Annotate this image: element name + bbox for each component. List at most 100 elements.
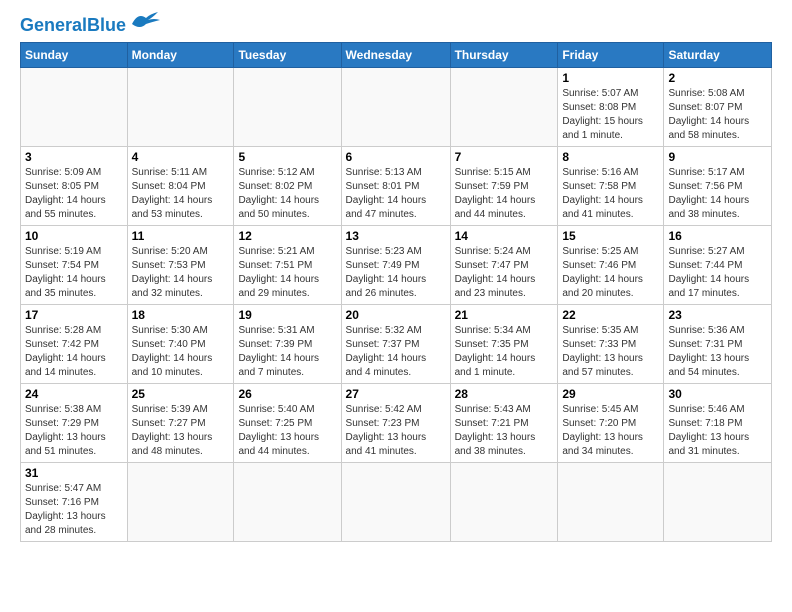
day-info: Sunrise: 5:07 AM Sunset: 8:08 PM Dayligh… xyxy=(562,87,659,143)
day-number: 8 xyxy=(562,150,659,164)
calendar-cell: 14Sunrise: 5:24 AM Sunset: 7:47 PM Dayli… xyxy=(450,226,558,305)
calendar-cell: 3Sunrise: 5:09 AM Sunset: 8:05 PM Daylig… xyxy=(21,147,128,226)
calendar-cell xyxy=(341,68,450,147)
logo-general: General xyxy=(20,15,87,35)
calendar-cell xyxy=(664,463,772,542)
day-number: 26 xyxy=(238,387,336,401)
header: GeneralBlue xyxy=(20,16,772,34)
day-number: 28 xyxy=(455,387,554,401)
day-number: 1 xyxy=(562,71,659,85)
calendar-cell: 15Sunrise: 5:25 AM Sunset: 7:46 PM Dayli… xyxy=(558,226,664,305)
day-number: 20 xyxy=(346,308,446,322)
calendar-cell xyxy=(341,463,450,542)
day-number: 9 xyxy=(668,150,767,164)
day-number: 13 xyxy=(346,229,446,243)
day-info: Sunrise: 5:20 AM Sunset: 7:53 PM Dayligh… xyxy=(132,245,230,301)
calendar-cell: 6Sunrise: 5:13 AM Sunset: 8:01 PM Daylig… xyxy=(341,147,450,226)
weekday-header-sunday: Sunday xyxy=(21,43,128,68)
calendar-cell xyxy=(558,463,664,542)
weekday-header-thursday: Thursday xyxy=(450,43,558,68)
logo: GeneralBlue xyxy=(20,16,162,34)
day-info: Sunrise: 5:46 AM Sunset: 7:18 PM Dayligh… xyxy=(668,403,767,459)
day-number: 2 xyxy=(668,71,767,85)
day-info: Sunrise: 5:32 AM Sunset: 7:37 PM Dayligh… xyxy=(346,324,446,380)
calendar-cell: 22 Sunrise: 5:35 AM Sunset: 7:33 PM Dayli… xyxy=(558,305,664,384)
day-number: 4 xyxy=(132,150,230,164)
calendar-cell: 2 Sunrise: 5:08 AM Sunset: 8:07 PM Daylig… xyxy=(664,68,772,147)
calendar-cell: 24 Sunrise: 5:38 AM Sunset: 7:29 PM Dayli… xyxy=(21,384,128,463)
calendar-week-row: 3Sunrise: 5:09 AM Sunset: 8:05 PM Daylig… xyxy=(21,147,772,226)
calendar-cell xyxy=(21,68,128,147)
day-info: Sunrise: 5:17 AM Sunset: 7:56 PM Dayligh… xyxy=(668,166,767,222)
day-info: Sunrise: 5:08 AM Sunset: 8:07 PM Dayligh… xyxy=(668,87,767,143)
day-number: 18 xyxy=(132,308,230,322)
weekday-header-tuesday: Tuesday xyxy=(234,43,341,68)
calendar-cell: 7Sunrise: 5:15 AM Sunset: 7:59 PM Daylig… xyxy=(450,147,558,226)
calendar-cell: 17 Sunrise: 5:28 AM Sunset: 7:42 PM Dayli… xyxy=(21,305,128,384)
weekday-header-wednesday: Wednesday xyxy=(341,43,450,68)
calendar-cell xyxy=(127,463,234,542)
calendar-cell: 10 Sunrise: 5:19 AM Sunset: 7:54 PM Dayli… xyxy=(21,226,128,305)
day-info: Sunrise: 5:28 AM Sunset: 7:42 PM Dayligh… xyxy=(25,324,123,380)
calendar-cell: 27 Sunrise: 5:42 AM Sunset: 7:23 PM Dayli… xyxy=(341,384,450,463)
day-number: 14 xyxy=(455,229,554,243)
day-info: Sunrise: 5:43 AM Sunset: 7:21 PM Dayligh… xyxy=(455,403,554,459)
calendar-cell xyxy=(127,68,234,147)
day-number: 31 xyxy=(25,466,123,480)
calendar-week-row: 10 Sunrise: 5:19 AM Sunset: 7:54 PM Dayli… xyxy=(21,226,772,305)
day-number: 30 xyxy=(668,387,767,401)
day-info: Sunrise: 5:36 AM Sunset: 7:31 PM Dayligh… xyxy=(668,324,767,380)
day-number: 27 xyxy=(346,387,446,401)
calendar-cell: 20 Sunrise: 5:32 AM Sunset: 7:37 PM Dayli… xyxy=(341,305,450,384)
weekday-header-friday: Friday xyxy=(558,43,664,68)
weekday-header-monday: Monday xyxy=(127,43,234,68)
day-info: Sunrise: 5:39 AM Sunset: 7:27 PM Dayligh… xyxy=(132,403,230,459)
day-number: 23 xyxy=(668,308,767,322)
logo-bird-icon xyxy=(130,10,162,32)
calendar-cell: 18 Sunrise: 5:30 AM Sunset: 7:40 PM Dayli… xyxy=(127,305,234,384)
calendar-cell: 29Sunrise: 5:45 AM Sunset: 7:20 PM Dayli… xyxy=(558,384,664,463)
day-info: Sunrise: 5:30 AM Sunset: 7:40 PM Dayligh… xyxy=(132,324,230,380)
day-number: 16 xyxy=(668,229,767,243)
day-info: Sunrise: 5:42 AM Sunset: 7:23 PM Dayligh… xyxy=(346,403,446,459)
calendar-cell: 8Sunrise: 5:16 AM Sunset: 7:58 PM Daylig… xyxy=(558,147,664,226)
calendar-cell: 5Sunrise: 5:12 AM Sunset: 8:02 PM Daylig… xyxy=(234,147,341,226)
day-number: 19 xyxy=(238,308,336,322)
logo-text: GeneralBlue xyxy=(20,16,126,34)
calendar-cell: 28 Sunrise: 5:43 AM Sunset: 7:21 PM Dayli… xyxy=(450,384,558,463)
day-info: Sunrise: 5:15 AM Sunset: 7:59 PM Dayligh… xyxy=(455,166,554,222)
calendar-week-row: 1 Sunrise: 5:07 AM Sunset: 8:08 PM Daylig… xyxy=(21,68,772,147)
calendar-cell: 19 Sunrise: 5:31 AM Sunset: 7:39 PM Dayli… xyxy=(234,305,341,384)
day-info: Sunrise: 5:45 AM Sunset: 7:20 PM Dayligh… xyxy=(562,403,659,459)
calendar-cell: 4 Sunrise: 5:11 AM Sunset: 8:04 PM Daylig… xyxy=(127,147,234,226)
calendar-cell xyxy=(450,463,558,542)
day-number: 25 xyxy=(132,387,230,401)
calendar-cell: 1 Sunrise: 5:07 AM Sunset: 8:08 PM Daylig… xyxy=(558,68,664,147)
calendar-cell: 30 Sunrise: 5:46 AM Sunset: 7:18 PM Dayli… xyxy=(664,384,772,463)
calendar-cell: 23 Sunrise: 5:36 AM Sunset: 7:31 PM Dayli… xyxy=(664,305,772,384)
day-info: Sunrise: 5:27 AM Sunset: 7:44 PM Dayligh… xyxy=(668,245,767,301)
calendar-cell: 31 Sunrise: 5:47 AM Sunset: 7:16 PM Dayli… xyxy=(21,463,128,542)
calendar-week-row: 24 Sunrise: 5:38 AM Sunset: 7:29 PM Dayli… xyxy=(21,384,772,463)
calendar-week-row: 31 Sunrise: 5:47 AM Sunset: 7:16 PM Dayli… xyxy=(21,463,772,542)
day-number: 24 xyxy=(25,387,123,401)
day-number: 22 xyxy=(562,308,659,322)
day-info: Sunrise: 5:31 AM Sunset: 7:39 PM Dayligh… xyxy=(238,324,336,380)
calendar-cell: 25 Sunrise: 5:39 AM Sunset: 7:27 PM Dayli… xyxy=(127,384,234,463)
day-info: Sunrise: 5:35 AM Sunset: 7:33 PM Dayligh… xyxy=(562,324,659,380)
day-info: Sunrise: 5:21 AM Sunset: 7:51 PM Dayligh… xyxy=(238,245,336,301)
day-info: Sunrise: 5:11 AM Sunset: 8:04 PM Dayligh… xyxy=(132,166,230,222)
calendar-cell: 13Sunrise: 5:23 AM Sunset: 7:49 PM Dayli… xyxy=(341,226,450,305)
day-info: Sunrise: 5:38 AM Sunset: 7:29 PM Dayligh… xyxy=(25,403,123,459)
calendar-cell: 26 Sunrise: 5:40 AM Sunset: 7:25 PM Dayli… xyxy=(234,384,341,463)
weekday-header-row: SundayMondayTuesdayWednesdayThursdayFrid… xyxy=(21,43,772,68)
day-number: 10 xyxy=(25,229,123,243)
day-number: 12 xyxy=(238,229,336,243)
day-info: Sunrise: 5:47 AM Sunset: 7:16 PM Dayligh… xyxy=(25,482,123,538)
day-number: 17 xyxy=(25,308,123,322)
day-info: Sunrise: 5:40 AM Sunset: 7:25 PM Dayligh… xyxy=(238,403,336,459)
day-number: 6 xyxy=(346,150,446,164)
day-info: Sunrise: 5:09 AM Sunset: 8:05 PM Dayligh… xyxy=(25,166,123,222)
calendar-cell xyxy=(234,68,341,147)
day-info: Sunrise: 5:19 AM Sunset: 7:54 PM Dayligh… xyxy=(25,245,123,301)
